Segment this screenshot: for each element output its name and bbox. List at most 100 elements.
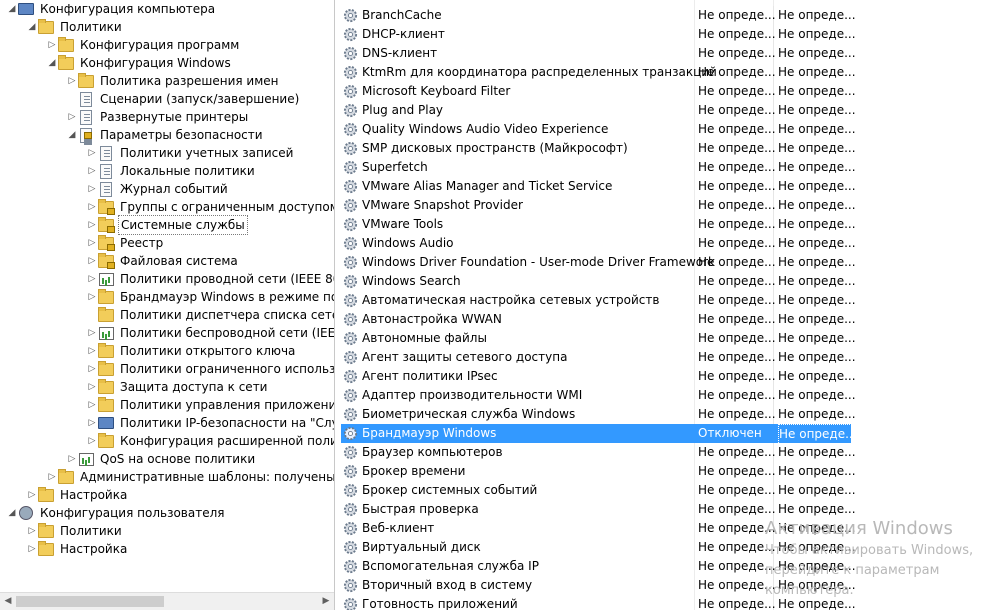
collapsed-arrow-icon[interactable]: ▷ — [46, 36, 58, 54]
expanded-arrow-icon[interactable]: ◢ — [66, 126, 78, 144]
console-tree-pane[interactable]: ◢ Конфигурация компьютера ◢ Политики ▷ Конфиг… — [0, 0, 335, 610]
tree-item[interactable]: ▷ Политики — [26, 522, 124, 540]
collapsed-arrow-icon[interactable]: ▷ — [86, 378, 98, 396]
tree-item[interactable]: ◢ Конфигурация Windows — [46, 54, 233, 72]
service-row[interactable]: Брокер времени Не опреде... Не опреде... — [341, 462, 856, 481]
service-row[interactable]: VMware Tools Не опреде... Не опреде... — [341, 215, 856, 234]
collapsed-arrow-icon[interactable]: ▷ — [86, 288, 98, 306]
tree-item[interactable]: ▷ Реестр — [86, 234, 165, 252]
collapsed-arrow-icon[interactable]: ▷ — [86, 414, 98, 432]
service-row[interactable]: DHCP-клиент Не опреде... Не опреде... — [341, 25, 856, 44]
tree-item[interactable]: ▷ Конфигурация программ — [46, 36, 241, 54]
service-row[interactable]: Брандмауэр Windows Отключен Не опреде... — [341, 424, 858, 445]
collapsed-arrow-icon[interactable]: ▷ — [86, 342, 98, 360]
tree-item[interactable]: ▷ Настройка — [26, 540, 129, 558]
tree-item[interactable]: ▷ Политики учетных записей — [86, 144, 295, 162]
folder-icon — [38, 486, 54, 502]
scrollbar-thumb[interactable] — [16, 596, 164, 607]
service-row[interactable]: BranchCache Не опреде... Не опреде... — [341, 6, 856, 25]
collapsed-arrow-icon[interactable]: ▷ — [86, 144, 98, 162]
tree-item[interactable]: ▷ Политики открытого ключа — [86, 342, 297, 360]
expanded-arrow-icon[interactable]: ◢ — [46, 54, 58, 72]
tree-item[interactable]: ▷ Системные службы — [86, 215, 248, 235]
tree-item[interactable]: ▷ Политики проводной сети (IEEE 802.3) — [86, 270, 334, 288]
tree-horizontal-scrollbar[interactable]: ◀ ▶ — [0, 592, 334, 610]
tree-item[interactable]: Политики диспетчера списка сетей — [86, 306, 335, 324]
collapsed-arrow-icon[interactable]: ▷ — [86, 234, 98, 252]
expanded-arrow-icon[interactable]: ◢ — [6, 504, 18, 522]
service-row[interactable]: Браузер компьютеров Не опреде... Не опреде… — [341, 443, 856, 462]
collapsed-arrow-icon[interactable]: ▷ — [86, 270, 98, 288]
tree-item[interactable]: ▷ Политика разрешения имен — [66, 72, 281, 90]
service-row[interactable]: Superfetch Не опреде... Не опреде... — [341, 158, 856, 177]
tree-item[interactable]: Сценарии (запуск/завершение) — [66, 90, 301, 108]
tree-item[interactable]: ▷ Политики IP-безопасности на "Служба — [86, 414, 334, 432]
collapsed-arrow-icon[interactable]: ▷ — [66, 450, 78, 468]
tree-item[interactable]: ▷ Защита доступа к сети — [86, 378, 269, 396]
tree-item[interactable]: ▷ Журнал событий — [86, 180, 230, 198]
service-row[interactable]: Агент защиты сетевого доступа Не опреде..… — [341, 348, 856, 367]
collapsed-arrow-icon[interactable]: ▷ — [26, 540, 38, 558]
service-row[interactable]: Адаптер производительности WMI Не опреде.… — [341, 386, 856, 405]
collapsed-arrow-icon[interactable]: ▷ — [86, 396, 98, 414]
service-row[interactable]: Быстрая проверка Не опреде... Не опреде... — [341, 500, 856, 519]
service-name: DHCP-клиент — [362, 27, 445, 41]
collapsed-arrow-icon[interactable]: ▷ — [66, 72, 78, 90]
collapsed-arrow-icon[interactable]: ▷ — [86, 198, 98, 216]
tree-item[interactable]: ▷ Брандмауэр Windows в режиме повыш — [86, 288, 334, 306]
tree-item[interactable]: ▷ Развернутые принтеры — [66, 108, 250, 126]
collapsed-arrow-icon[interactable]: ▷ — [86, 360, 98, 378]
service-name: BranchCache — [362, 8, 442, 22]
collapsed-arrow-icon[interactable]: ▷ — [26, 486, 38, 504]
tree-item[interactable]: ◢ Конфигурация пользователя — [6, 504, 226, 522]
tree-item[interactable]: ◢ Параметры безопасности — [66, 126, 265, 144]
tree-item[interactable]: ▷ Файловая система — [86, 252, 240, 270]
collapsed-arrow-icon[interactable]: ▷ — [26, 522, 38, 540]
collapsed-arrow-icon[interactable]: ▷ — [86, 432, 98, 450]
collapsed-arrow-icon[interactable]: ▷ — [86, 324, 98, 342]
tree-item[interactable]: ▷ Административные шаблоны: получены опре — [46, 468, 334, 486]
service-row[interactable]: Брокер системных событий Не опреде... Не о… — [341, 481, 856, 500]
service-row[interactable]: Quality Windows Audio Video Experience Не… — [341, 120, 856, 139]
tree-item[interactable]: ▷ Политики ограниченного использован — [86, 360, 334, 378]
tree-item[interactable]: ▷ Локальные политики — [86, 162, 257, 180]
tree-item[interactable]: ◢ Политики — [26, 18, 124, 36]
service-row[interactable]: Автономные файлы Не опреде... Не опреде... — [341, 329, 856, 348]
tree-item[interactable]: ▷ Группы с ограниченным доступом — [86, 198, 334, 216]
collapsed-arrow-icon[interactable]: ▷ — [86, 180, 98, 198]
scroll-right-arrow-icon[interactable]: ▶ — [318, 593, 334, 610]
service-row[interactable]: Microsoft Keyboard Filter Не опреде... Не … — [341, 82, 856, 101]
service-row[interactable]: SMP дисковых пространств (Майкрософт) Не … — [341, 139, 856, 158]
tree-item[interactable]: ▷ QoS на основе политики — [66, 450, 257, 468]
service-gear-icon — [343, 122, 358, 137]
expanded-arrow-icon[interactable]: ◢ — [26, 18, 38, 36]
network-policy-icon — [98, 326, 114, 340]
tree-item[interactable]: ◢ Конфигурация компьютера — [6, 0, 217, 18]
service-row[interactable]: Автонастройка WWAN Не опреде... Не опреде.… — [341, 310, 856, 329]
service-row[interactable]: VMware Alias Manager and Ticket Service Н… — [341, 177, 856, 196]
tree-item[interactable]: ▷ Политики управления приложениями — [86, 396, 334, 414]
expanded-arrow-icon[interactable]: ◢ — [6, 0, 18, 18]
service-row[interactable]: Windows Search Не опреде... Не опреде... — [341, 272, 856, 291]
service-row[interactable]: DNS-клиент Не опреде... Не опреде... — [341, 44, 856, 63]
service-row[interactable]: VMware Snapshot Provider Не опреде... Не о… — [341, 196, 856, 215]
collapsed-arrow-icon[interactable]: ▷ — [86, 162, 98, 180]
service-row[interactable]: Windows Driver Foundation - User-mode Dr… — [341, 253, 856, 272]
service-row[interactable]: Plug and Play Не опреде... Не опреде... — [341, 101, 856, 120]
collapsed-arrow-icon[interactable]: ▷ — [86, 216, 98, 234]
service-row[interactable]: Windows Audio Не опреде... Не опреде... — [341, 234, 856, 253]
tree-item[interactable]: ▷ Настройка — [26, 486, 129, 504]
collapsed-arrow-icon[interactable]: ▷ — [46, 468, 58, 486]
collapsed-arrow-icon[interactable]: ▷ — [66, 108, 78, 126]
tree-item-label: Политики диспетчера списка сетей — [120, 308, 335, 322]
scroll-left-arrow-icon[interactable]: ◀ — [0, 593, 16, 610]
tree-item-label: Политики открытого ключа — [120, 344, 296, 358]
service-row[interactable]: Автоматическая настройка сетевых устройс… — [341, 291, 856, 310]
service-permission: Не опреде... — [778, 331, 856, 345]
tree-item[interactable]: ▷ Политики беспроводной сети (IEEE 802 — [86, 324, 334, 342]
service-row[interactable]: Биометрическая служба Windows Не опреде..… — [341, 405, 856, 424]
service-row[interactable]: Агент политики IPsec Не опреде... Не опред… — [341, 367, 856, 386]
tree-item[interactable]: ▷ Конфигурация расширенной политики — [86, 432, 334, 450]
collapsed-arrow-icon[interactable]: ▷ — [86, 252, 98, 270]
service-row[interactable]: KtmRm для координатора распределенных тр… — [341, 63, 856, 82]
